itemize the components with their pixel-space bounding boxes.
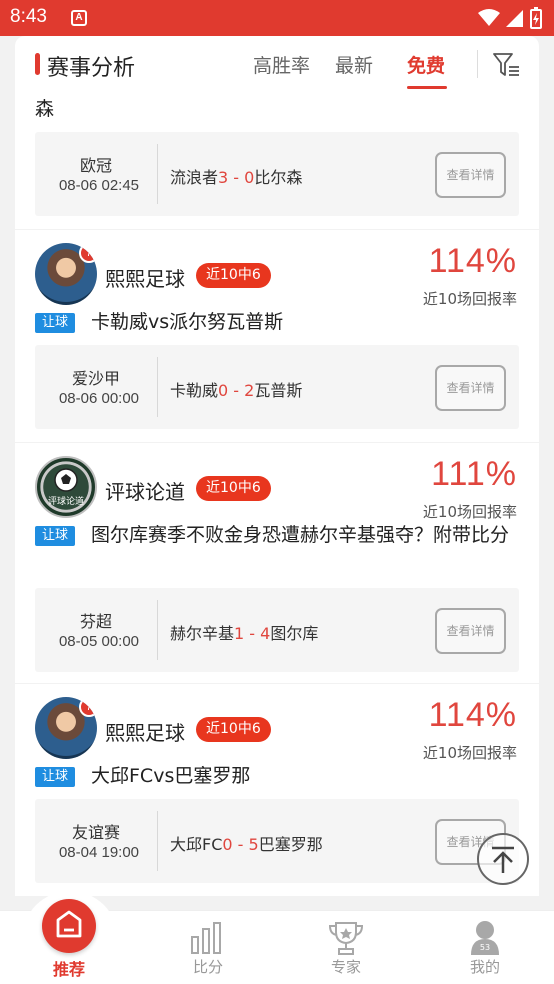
status-bar: 8:43 A	[0, 0, 554, 36]
match-teams: 大邱FC0 - 5巴塞罗那	[170, 831, 323, 855]
away-team: 巴塞罗那	[258, 835, 323, 854]
nav-label-recommend: 推荐	[52, 960, 85, 979]
nav-scores[interactable]: 比分	[158, 911, 258, 984]
away-team: 瓦普斯	[254, 381, 303, 400]
divider	[157, 144, 158, 204]
post-title: 森	[35, 98, 55, 120]
home-team: 赫尔辛基	[170, 624, 235, 643]
arrow-up-icon	[492, 846, 514, 873]
avatar[interactable]: 评球论道	[35, 456, 97, 518]
avatar[interactable]: 7	[35, 243, 97, 305]
match-score: 0 - 5	[222, 835, 259, 854]
home-icon	[56, 910, 82, 938]
match-box: 爱沙甲 08-06 00:00 卡勒威0 - 2瓦普斯 查看详情	[35, 345, 519, 429]
post-title[interactable]: 卡勒威vs派尔努瓦普斯	[91, 307, 517, 338]
level-badge: 7	[79, 697, 97, 717]
notification-icon: A	[71, 10, 87, 26]
away-team: 图尔库	[270, 624, 319, 643]
author-name[interactable]: 熙熙足球	[105, 263, 185, 292]
match-score: 1 - 4	[234, 624, 271, 643]
league-name: 友谊赛	[71, 823, 120, 842]
home-team: 大邱FC	[170, 835, 223, 854]
league-name: 爱沙甲	[71, 369, 120, 388]
page-title: 赛事分析	[47, 56, 136, 81]
home-team: 卡勒威	[170, 381, 219, 400]
avatar-logo-text: 评球论道	[47, 497, 84, 507]
avatar[interactable]: 7	[35, 697, 97, 759]
bottom-nav: 推荐 比分 专家 53 我的	[0, 891, 554, 984]
match-box: 欧冠 08-06 02:45 流浪者3 - 0比尔森 查看详情	[35, 132, 519, 216]
status-icons	[478, 7, 542, 29]
post-card[interactable]: 7 熙熙足球 近10中6 114% 近10场回报率 让球 大邱FCvs巴塞罗那 …	[15, 684, 539, 896]
author-name[interactable]: 熙熙足球	[105, 717, 185, 746]
tab-free[interactable]: 免费	[407, 51, 445, 78]
bar-chart-icon	[191, 922, 221, 954]
match-teams: 赫尔辛基1 - 4图尔库	[170, 620, 318, 644]
post-title[interactable]: 大邱FCvs巴塞罗那	[91, 761, 517, 792]
match-score: 0 - 2	[218, 381, 255, 400]
streak-badge: 近10中6	[196, 717, 271, 742]
post-title[interactable]: 图尔库赛季不败金身恐遭赫尔辛基强夺？附带比分	[35, 520, 517, 551]
back-to-top-button[interactable]	[477, 833, 529, 885]
streak-badge: 近10中6	[196, 476, 271, 501]
user-icon-number: 53	[479, 943, 491, 952]
level-badge: 7	[79, 243, 97, 263]
nav-label-experts: 专家	[330, 958, 361, 976]
match-time: 08-06 02:45	[58, 177, 140, 194]
tab-latest[interactable]: 最新	[335, 51, 373, 78]
header-divider	[477, 50, 478, 78]
wifi-icon	[478, 9, 500, 26]
nav-experts[interactable]: 专家	[296, 911, 396, 984]
away-team: 比尔森	[254, 168, 303, 187]
match-teams: 流浪者3 - 0比尔森	[170, 164, 302, 188]
streak-badge: 近10中6	[196, 263, 271, 288]
divider	[157, 357, 158, 417]
nav-mine[interactable]: 53 我的	[435, 911, 535, 984]
filter-icon[interactable]	[491, 50, 521, 80]
handicap-tag: 让球	[35, 313, 76, 333]
match-time: 08-06 00:00	[58, 390, 140, 407]
match-box: 友谊赛 08-04 19:00 大邱FC0 - 5巴塞罗那 查看详情	[35, 799, 519, 883]
signal-icon	[506, 10, 523, 27]
return-rate: 111%	[431, 455, 517, 493]
return-rate-label: 近10场回报率	[422, 290, 517, 308]
analysis-header: 赛事分析 高胜率 最新 免费	[15, 36, 539, 92]
match-score: 3 - 0	[218, 168, 255, 187]
league-name: 欧冠	[79, 156, 112, 175]
league-name: 芬超	[79, 612, 112, 631]
post-card[interactable]: 森 欧冠 08-06 02:45 流浪者3 - 0比尔森 查看详情	[15, 92, 539, 229]
return-rate: 114%	[428, 242, 517, 280]
title-accent-bar	[35, 53, 40, 75]
nav-recommend[interactable]: 推荐	[19, 899, 119, 984]
tab-high-win-rate[interactable]: 高胜率	[253, 51, 310, 78]
view-details-button[interactable]: 查看详情	[435, 152, 506, 198]
active-tab-indicator	[407, 86, 447, 89]
trophy-icon	[328, 922, 364, 955]
match-time: 08-05 00:00	[58, 633, 140, 650]
battery-icon	[530, 7, 542, 29]
return-rate: 114%	[428, 696, 517, 734]
view-details-button[interactable]: 查看详情	[435, 608, 506, 654]
post-list[interactable]: 森 欧冠 08-06 02:45 流浪者3 - 0比尔森 查看详情 7 熙熙足球…	[15, 92, 539, 910]
match-box: 芬超 08-05 00:00 赫尔辛基1 - 4图尔库 查看详情	[35, 588, 519, 672]
home-button[interactable]	[42, 899, 96, 953]
return-rate-label: 近10场回报率	[422, 503, 517, 521]
nav-label-scores: 比分	[192, 958, 223, 976]
divider	[157, 811, 158, 871]
divider	[157, 600, 158, 660]
post-card[interactable]: 7 熙熙足球 近10中6 114% 近10场回报率 让球 卡勒威vs派尔努瓦普斯…	[15, 230, 539, 442]
match-teams: 卡勒威0 - 2瓦普斯	[170, 377, 302, 401]
return-rate-label: 近10场回报率	[422, 744, 517, 762]
status-time: 8:43	[10, 6, 47, 27]
view-details-button[interactable]: 查看详情	[435, 365, 506, 411]
nav-label-mine: 我的	[469, 958, 500, 976]
match-time: 08-04 19:00	[58, 844, 140, 861]
author-name[interactable]: 评球论道	[105, 476, 185, 505]
handicap-tag: 让球	[35, 767, 76, 787]
home-team: 流浪者	[170, 168, 219, 187]
post-card[interactable]: 评球论道 评球论道 近10中6 111% 近10场回报率 让球 图尔库赛季不败金…	[15, 443, 539, 683]
soccer-ball-icon	[54, 468, 78, 492]
